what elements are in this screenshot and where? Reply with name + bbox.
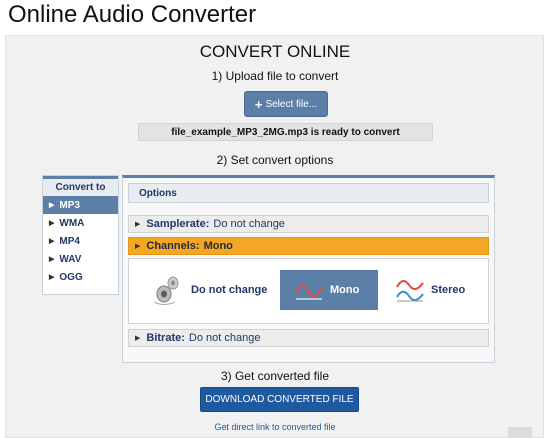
chevron-down-icon: ▶ [135, 243, 141, 250]
plus-icon: + [254, 96, 263, 112]
app-title: Online Audio Converter [8, 1, 257, 28]
chevron-right-icon: ▶ [49, 256, 55, 263]
samplerate-value: Do not change [213, 218, 285, 230]
step-2-label: 2) Set convert options [216, 153, 334, 167]
stereo-wave-icon [396, 280, 424, 302]
chevron-right-icon: ▶ [135, 221, 141, 228]
channels-name: Channels: [146, 240, 200, 252]
sidebar-item-label: MP4 [59, 235, 80, 247]
bitrate-value: Do not change [188, 332, 261, 344]
chevron-right-icon: ▶ [49, 274, 55, 281]
step-1-label: 1) Upload file to convert [211, 69, 339, 83]
select-file-button[interactable]: + Select file... [244, 91, 328, 117]
sidebar-item-wma[interactable]: ▶ WMA [43, 214, 118, 232]
sidebar-item-ogg[interactable]: ▶ OGG [43, 268, 118, 286]
samplerate-name: Samplerate: [146, 218, 210, 230]
mono-wave-icon [295, 284, 323, 300]
sidebar-item-label: OGG [59, 271, 83, 283]
sidebar-item-label: WMA [59, 217, 85, 229]
download-button[interactable]: DOWNLOAD CONVERTED FILE [200, 387, 359, 412]
sidebar-header: Convert to [43, 176, 118, 196]
direct-link[interactable]: Get direct link to converted file [0, 422, 550, 432]
bitrate-name: Bitrate: [146, 332, 185, 344]
channel-option-label: Do not change [191, 284, 268, 296]
channel-option-no-change[interactable]: Do not change [151, 270, 267, 310]
sidebar-item-label: MP3 [59, 199, 80, 211]
channels-row[interactable]: ▶ Channels: Mono [128, 237, 489, 255]
chevron-right-icon: ▶ [49, 202, 55, 209]
channel-option-label: Stereo [431, 284, 466, 296]
chevron-right-icon: ▶ [49, 220, 55, 227]
channel-option-mono[interactable]: Mono [280, 270, 378, 310]
select-file-label: Select file... [265, 98, 318, 110]
step-3-label: 3) Get converted file [220, 369, 330, 383]
samplerate-row[interactable]: ▶ Samplerate: Do not change [128, 215, 489, 233]
format-sidebar: Convert to ▶ MP3 ▶ WMA ▶ MP4 ▶ WAV ▶ OGG [42, 175, 119, 295]
chevron-right-icon: ▶ [135, 335, 141, 342]
sidebar-item-mp3[interactable]: ▶ MP3 [43, 196, 118, 214]
options-panel: Options ▶ Samplerate: Do not change ▶ Ch… [122, 175, 495, 363]
convert-heading: CONVERT ONLINE [199, 42, 351, 61]
bitrate-row[interactable]: ▶ Bitrate: Do not change [128, 329, 489, 347]
scrollbar-thumb[interactable] [508, 427, 532, 438]
sidebar-item-wav[interactable]: ▶ WAV [43, 250, 118, 268]
speaker-icon [153, 276, 179, 305]
sidebar-item-mp4[interactable]: ▶ MP4 [43, 232, 118, 250]
channel-option-label: Mono [330, 284, 360, 296]
file-status: file_example_MP3_2MG.mp3 is ready to con… [138, 123, 433, 141]
chevron-right-icon: ▶ [49, 238, 55, 245]
channels-value: Mono [203, 240, 233, 252]
sidebar-item-label: WAV [59, 253, 82, 265]
channels-choices: Do not change Mono Stereo [128, 258, 489, 324]
options-header: Options [128, 183, 489, 203]
channel-option-stereo[interactable]: Stereo [395, 270, 465, 310]
